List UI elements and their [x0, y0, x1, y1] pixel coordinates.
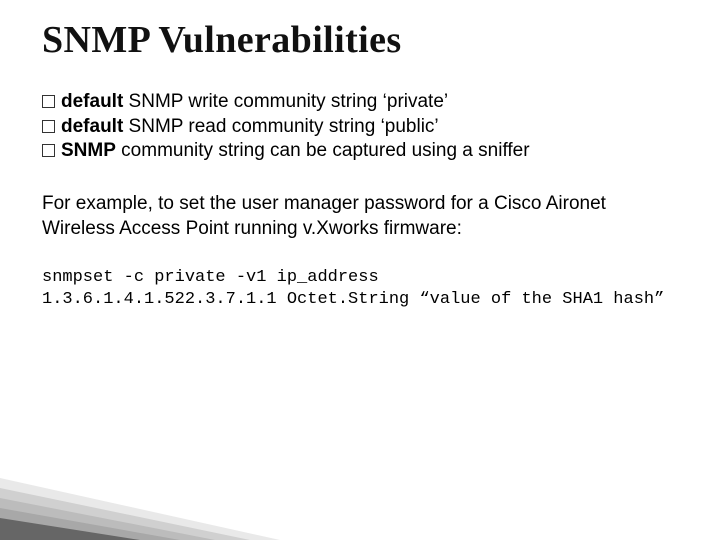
bullet-rest: community string can be captured using a… [116, 140, 530, 161]
checkbox-icon [42, 120, 55, 133]
stripe [0, 508, 180, 540]
code-line: 1.3.6.1.4.1.522.3.7.1.1 Octet.String “va… [42, 289, 684, 310]
slide: SNMP Vulnerabilities default SNMP write … [0, 0, 720, 540]
bullet-rest: SNMP write community string ‘private’ [123, 91, 448, 112]
stripe [0, 498, 215, 540]
bullet-item: SNMP community string can be captured us… [42, 139, 684, 164]
code-line: snmpset -c private -v1 ip_address [42, 267, 684, 288]
stripe [0, 518, 140, 540]
bullet-lead: SNMP [61, 140, 116, 161]
bullet-rest: SNMP read community string ‘public’ [123, 116, 438, 137]
bullet-item: default SNMP read community string ‘publ… [42, 115, 684, 140]
bullet-lead: default [61, 116, 123, 137]
slide-title: SNMP Vulnerabilities [42, 18, 684, 62]
bullet-lead: default [61, 91, 123, 112]
stripe [0, 478, 280, 540]
bullet-item: default SNMP write community string ‘pri… [42, 90, 684, 115]
corner-stripes-icon [0, 470, 300, 540]
checkbox-icon [42, 144, 55, 157]
example-intro: For example, to set the user manager pas… [42, 192, 684, 241]
checkbox-icon [42, 95, 55, 108]
bullet-list: default SNMP write community string ‘pri… [42, 90, 684, 164]
stripe [0, 488, 250, 540]
code-block: snmpset -c private -v1 ip_address 1.3.6.… [42, 267, 684, 310]
